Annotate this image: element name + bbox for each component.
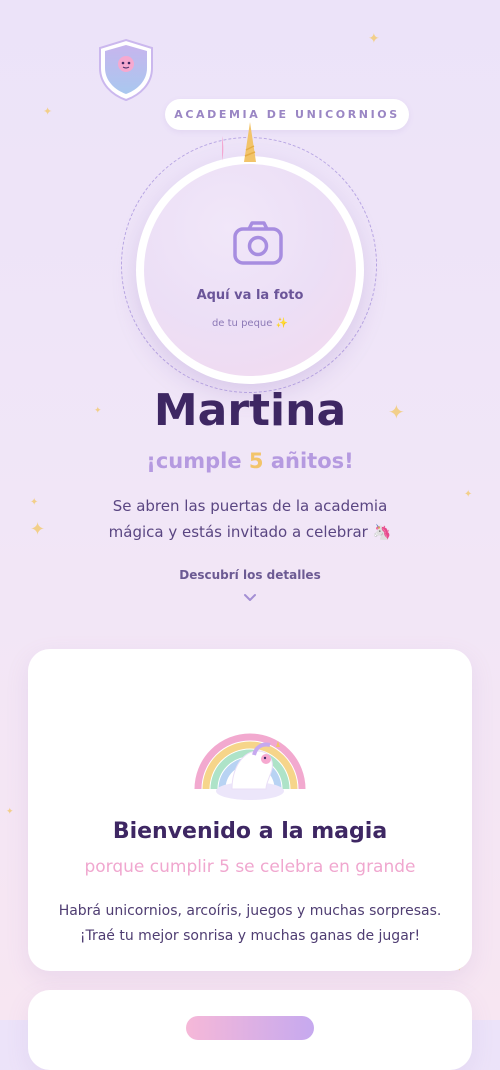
rainbow-unicorn-icon (194, 733, 306, 800)
camera-icon (233, 221, 283, 265)
welcome-body: Habrá unicornios, arcoíris, juegos y muc… (58, 903, 442, 944)
sparkle-icon: ✦ (30, 519, 46, 540)
intro-text: Se abren las puertas de la academia mági… (108, 497, 392, 541)
sparkle-icon: ✦ (30, 497, 39, 508)
welcome-card: Bienvenido a la magia porque cumplir 5 s… (28, 649, 472, 971)
sparkle-icon: ✦ (368, 31, 380, 47)
photo-placeholder[interactable]: Aquí va la foto de tu peque ✨ (144, 164, 356, 376)
welcome-subtitle: porque cumplir 5 se celebra en grande (84, 857, 416, 877)
age-prefix: ¡cumple (146, 449, 249, 473)
photo-sublabel: de tu peque ✨ (211, 318, 289, 329)
welcome-title: Bienvenido a la magia (112, 819, 388, 844)
unicorn-horn-icon (222, 122, 256, 162)
sparkle-icon: ✦ (464, 489, 473, 500)
chevron-down-icon[interactable] (242, 592, 258, 604)
next-card (28, 990, 472, 1070)
age-suffix: añitos! (263, 449, 354, 473)
age-line: ¡cumple 5 añitos! (0, 449, 500, 473)
discover-details-link[interactable]: Descubrí los detalles (0, 568, 500, 582)
child-name: Martina (153, 385, 347, 436)
age-number: 5 (248, 449, 264, 473)
sparkle-icon: ✦ (6, 807, 14, 817)
photo-frame[interactable]: Aquí va la foto de tu peque ✨ (136, 156, 364, 384)
sparkle-icon: ✦ (43, 105, 53, 118)
shield-unicorn-icon (99, 38, 153, 102)
photo-label: Aquí va la foto (196, 288, 304, 303)
academy-label: ACADEMIA DE UNICORNIOS (165, 99, 409, 130)
